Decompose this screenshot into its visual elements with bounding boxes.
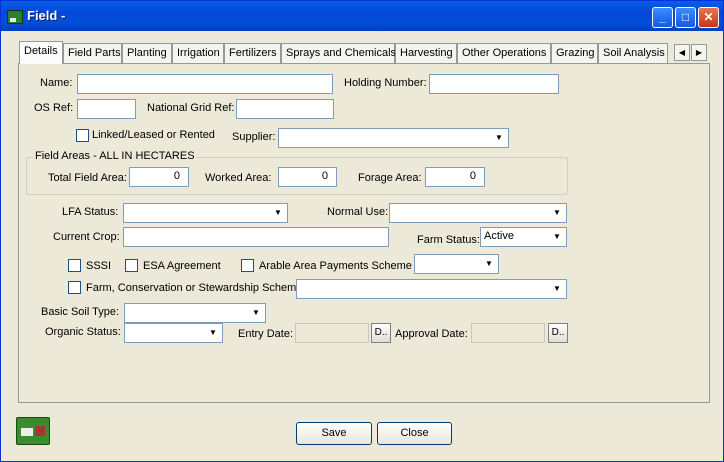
farm-logo-icon (16, 417, 50, 445)
close-button[interactable]: Close (377, 422, 452, 445)
linked-label: Linked/Leased or Rented (92, 129, 215, 141)
arable-area-checkbox[interactable] (241, 259, 254, 272)
linked-checkbox[interactable] (76, 129, 89, 142)
chevron-down-icon[interactable]: ▼ (248, 305, 264, 321)
lfa-status-select[interactable]: ▼ (123, 203, 288, 223)
approval-date-label: Approval Date: (395, 328, 468, 340)
chevron-down-icon[interactable]: ▼ (549, 281, 565, 297)
worked-area-input[interactable]: 0 (278, 167, 337, 187)
window-title: Field - (27, 8, 66, 23)
national-grid-ref-label: National Grid Ref: (147, 102, 235, 114)
total-field-area-input[interactable]: 0 (129, 167, 189, 187)
details-panel: Name: Holding Number: OS Ref: National G… (18, 63, 710, 403)
current-crop-label: Current Crop: (53, 231, 120, 243)
total-field-area-label: Total Field Area: (48, 172, 127, 184)
chevron-down-icon[interactable]: ▼ (549, 229, 565, 245)
supplier-select[interactable]: ▼ (278, 128, 509, 148)
chevron-down-icon[interactable]: ▼ (481, 256, 497, 272)
farm-status-select[interactable]: Active ▼ (480, 227, 567, 247)
arable-area-label: Arable Area Payments Scheme (259, 260, 412, 272)
tab-irrigation[interactable]: Irrigation (172, 43, 224, 64)
field-areas-title: Field Areas - ALL IN HECTARES (33, 150, 197, 162)
lfa-status-label: LFA Status: (62, 206, 119, 218)
chevron-down-icon[interactable]: ▼ (205, 325, 221, 341)
organic-status-select[interactable]: ▼ (124, 323, 223, 343)
normal-use-select[interactable]: ▼ (389, 203, 567, 223)
entry-date-label: Entry Date: (238, 328, 294, 340)
app-icon (7, 10, 23, 24)
esa-agreement-checkbox[interactable] (125, 259, 138, 272)
close-window-button[interactable]: ✕ (698, 7, 719, 28)
approval-date-input[interactable] (471, 323, 545, 343)
maximize-button[interactable]: □ (675, 7, 696, 28)
approval-date-button[interactable]: D.. (548, 323, 568, 343)
tab-sprays-and-chemicals[interactable]: Sprays and Chemicals (281, 43, 396, 64)
tab-details[interactable]: Details (19, 41, 63, 64)
sssi-label: SSSI (86, 260, 112, 272)
tab-soil-analysis[interactable]: Soil Analysis (598, 43, 668, 64)
save-button[interactable]: Save (296, 422, 372, 445)
tab-harvesting[interactable]: Harvesting (395, 43, 457, 64)
esa-agreement-label: ESA Agreement (143, 260, 221, 272)
farm-conservation-select[interactable]: ▼ (296, 279, 567, 299)
normal-use-label: Normal Use: (327, 206, 389, 218)
farm-status-label: Farm Status: (417, 234, 480, 246)
sssi-checkbox[interactable] (68, 259, 81, 272)
basic-soil-type-select[interactable]: ▼ (124, 303, 266, 323)
basic-soil-type-label: Basic Soil Type: (41, 306, 120, 318)
tab-scroll-right-icon[interactable]: ▶ (691, 44, 707, 61)
os-ref-label: OS Ref: (34, 102, 74, 114)
forage-area-input[interactable]: 0 (425, 167, 485, 187)
forage-area-label: Forage Area: (358, 172, 422, 184)
entry-date-input[interactable] (295, 323, 369, 343)
chevron-down-icon[interactable]: ▼ (491, 130, 507, 146)
field-window: Field - _ □ ✕ Details Field Parts Planti… (0, 0, 724, 462)
tab-fertilizers[interactable]: Fertilizers (224, 43, 281, 64)
farm-conservation-checkbox[interactable] (68, 281, 81, 294)
entry-date-button[interactable]: D.. (371, 323, 391, 343)
supplier-label: Supplier: (232, 131, 276, 143)
tab-scroll-left-icon[interactable]: ◀ (674, 44, 690, 61)
tab-grazing[interactable]: Grazing (551, 43, 598, 64)
chevron-down-icon[interactable]: ▼ (270, 205, 286, 221)
os-ref-input[interactable] (77, 99, 136, 119)
title-bar[interactable]: Field - _ □ ✕ (1, 1, 723, 31)
arable-area-select[interactable]: ▼ (414, 254, 499, 274)
worked-area-label: Worked Area: (205, 172, 272, 184)
minimize-button[interactable]: _ (652, 7, 673, 28)
current-crop-input[interactable] (123, 227, 389, 247)
farm-conservation-label: Farm, Conservation or Stewardship Scheme (86, 282, 303, 294)
national-grid-ref-input[interactable] (236, 99, 334, 119)
name-input[interactable] (77, 74, 333, 94)
tab-field-parts[interactable]: Field Parts (63, 43, 122, 64)
tab-other-operations[interactable]: Other Operations (457, 43, 551, 64)
farm-status-value: Active (484, 230, 514, 242)
organic-status-label: Organic Status: (45, 326, 121, 338)
tab-planting[interactable]: Planting (122, 43, 172, 64)
name-label: Name: (40, 77, 73, 89)
holding-number-input[interactable] (429, 74, 559, 94)
holding-number-label: Holding Number: (344, 77, 427, 89)
chevron-down-icon[interactable]: ▼ (549, 205, 565, 221)
